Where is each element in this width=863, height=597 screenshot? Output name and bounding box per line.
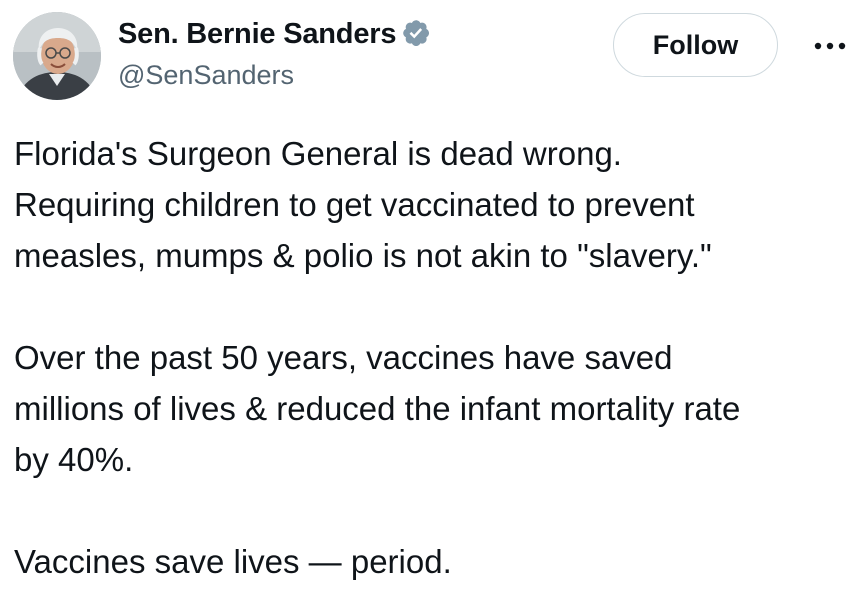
tweet-paragraph: Vaccines save lives — period. xyxy=(14,536,859,587)
author-display-name[interactable]: Sen. Bernie Sanders xyxy=(118,18,396,51)
more-options-icon xyxy=(814,42,846,50)
tweet-line: millions of lives & reduced the infant m… xyxy=(14,390,741,427)
tweet-line: Over the past 50 years, vaccines have sa… xyxy=(14,339,673,376)
tweet-line: Florida's Surgeon General is dead wrong. xyxy=(14,135,622,172)
author-name-row: Sen. Bernie Sanders xyxy=(118,16,434,52)
tweet-line: Requiring children to get vaccinated to … xyxy=(14,186,695,223)
more-options-button[interactable] xyxy=(808,26,852,66)
tweet-card: Sen. Bernie Sanders @SenSanders Follow F… xyxy=(0,0,863,597)
tweet-paragraph: Florida's Surgeon General is dead wrong.… xyxy=(14,128,859,281)
follow-button[interactable]: Follow xyxy=(613,13,778,77)
avatar-image xyxy=(13,12,101,100)
author-handle[interactable]: @SenSanders xyxy=(118,60,294,91)
tweet-line: measles, mumps & polio is not akin to "s… xyxy=(14,237,712,274)
avatar[interactable] xyxy=(13,12,101,100)
tweet-line: Vaccines save lives — period. xyxy=(14,543,452,580)
tweet-line: by 40%. xyxy=(14,441,134,478)
tweet-paragraph: Over the past 50 years, vaccines have sa… xyxy=(14,332,859,485)
tweet-text: Florida's Surgeon General is dead wrong.… xyxy=(14,128,859,587)
verified-badge-icon[interactable] xyxy=(401,18,434,51)
